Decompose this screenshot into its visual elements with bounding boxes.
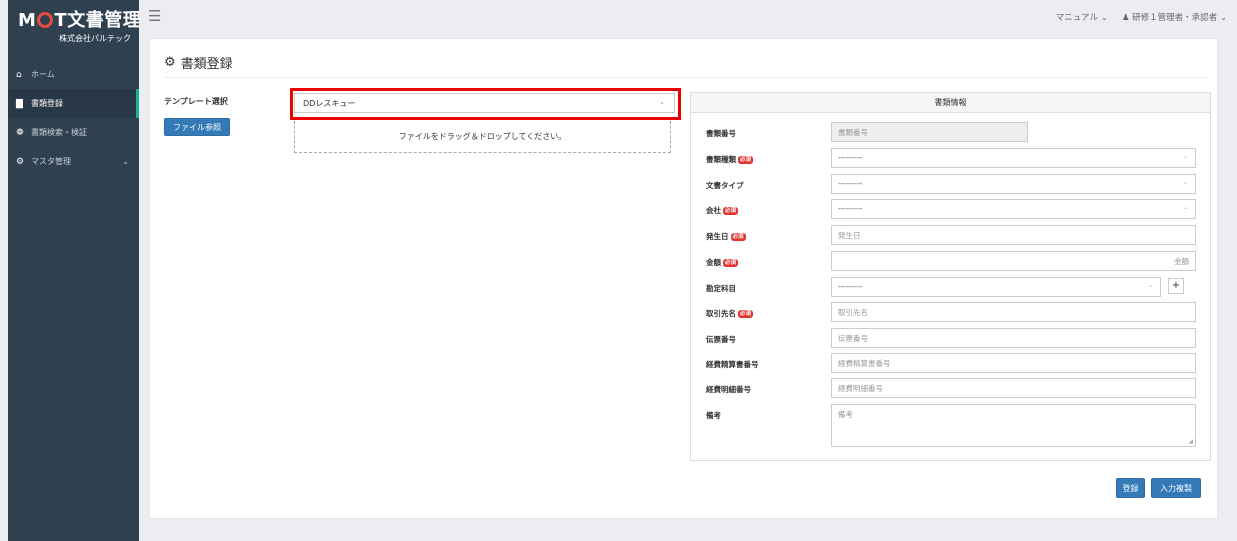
company-name: 株式会社パルテック xyxy=(59,34,131,43)
field-row-doc-kind: 書類種類 必須 --------- ⌄ xyxy=(691,148,1210,168)
partner-input[interactable]: 取引先名 xyxy=(831,302,1196,322)
users-icon: ❁ xyxy=(16,127,24,138)
doc-type-select[interactable]: --------- ⌄ xyxy=(831,174,1196,194)
document-info-panel: 書類情報 書類番号 書類番号 書類種類 必須 --------- ⌄ 文書タイプ -… xyxy=(690,92,1211,461)
field-label: 伝票番号 xyxy=(706,335,736,344)
brand: M T文書管理 株式会社パルテック xyxy=(8,0,142,56)
required-badge: 必須 xyxy=(723,258,739,267)
chevron-down-icon: ⌄ xyxy=(122,157,129,166)
account-select[interactable]: --------- ⌄ xyxy=(831,277,1161,297)
field-row-slip: 伝票番号 伝票番号 xyxy=(691,328,1210,348)
expense-input[interactable]: 経費精算書番号 xyxy=(831,353,1196,373)
resize-handle-icon[interactable]: ◢ xyxy=(1188,438,1193,445)
field-row-doc-no: 書類番号 書類番号 xyxy=(691,122,1210,142)
field-label: 備考 xyxy=(706,411,721,420)
main-panel: ⚙ 書類登録 テンプレート選択 DDレスキュー ⌄ ファイル参照 ファイルをドラ… xyxy=(149,38,1218,519)
sidebar-item-document-search[interactable]: ❁ 書類検索・検証 xyxy=(8,118,139,147)
note-textarea[interactable]: 備考 ◢ xyxy=(831,404,1196,447)
field-row-note: 備考 備考 ◢ xyxy=(691,404,1210,447)
template-label: テンプレート選択 xyxy=(164,97,228,106)
register-button[interactable]: 登録 xyxy=(1116,478,1145,498)
sidebar: M T文書管理 株式会社パルテック ⌂ ホーム ▇ 書類登録 ❁ 書類検索・検証 … xyxy=(8,0,142,541)
user-menu[interactable]: ♟ 研修１管理者・承認者 ⌄ xyxy=(1122,11,1227,23)
field-label: 書類種類 必須 xyxy=(706,155,754,164)
chevron-down-icon: ⌄ xyxy=(1182,204,1188,211)
field-label: 書類番号 xyxy=(706,129,736,138)
brand-logo-o xyxy=(37,12,54,28)
field-label: 文書タイプ xyxy=(706,181,744,190)
topbar-right: マニュアル ⌄ ♟ 研修１管理者・承認者 ⌄ xyxy=(1056,11,1227,23)
sidebar-item-label: ホーム xyxy=(31,70,55,79)
field-row-company: 会社 必須 --------- ⌄ xyxy=(691,199,1210,219)
field-label: 経費精算書番号 xyxy=(706,360,759,369)
file-browse-button[interactable]: ファイル参照 xyxy=(164,118,230,136)
home-icon: ⌂ xyxy=(16,69,22,80)
sidebar-item-label: マスタ管理 xyxy=(31,157,71,166)
field-row-account: 勘定科目 --------- ⌄ + xyxy=(691,277,1210,297)
field-row-expense-detail: 経費明細番号 経費明細番号 xyxy=(691,378,1210,398)
chevron-down-icon: ⌄ xyxy=(1182,179,1188,186)
required-badge: 必須 xyxy=(723,206,739,215)
chevron-down-icon: ⌄ xyxy=(659,98,665,106)
sidebar-item-document-register[interactable]: ▇ 書類登録 xyxy=(8,89,139,118)
document-info-heading: 書類情報 xyxy=(691,93,1210,113)
manual-menu[interactable]: マニュアル ⌄ xyxy=(1056,11,1108,23)
doc-kind-select[interactable]: --------- ⌄ xyxy=(831,148,1196,168)
field-label: 取引先名 必須 xyxy=(706,309,754,318)
date-input[interactable]: 発生日 xyxy=(831,225,1196,245)
field-label: 発生日 必須 xyxy=(706,232,746,241)
sidebar-item-label: 書類検索・検証 xyxy=(31,128,87,137)
file-dropzone[interactable]: ファイルをドラッグ＆ドロップしてください。 xyxy=(294,121,671,153)
field-row-partner: 取引先名 必須 取引先名 xyxy=(691,302,1210,322)
amount-input[interactable]: 金額 xyxy=(831,251,1196,271)
topbar: ☰ マニュアル ⌄ ♟ 研修１管理者・承認者 ⌄ xyxy=(139,0,1237,36)
sidebar-item-home[interactable]: ⌂ ホーム xyxy=(8,60,139,89)
slip-input[interactable]: 伝票番号 xyxy=(831,328,1196,348)
template-select[interactable]: DDレスキュー ⌄ xyxy=(294,93,675,113)
copy-input-button[interactable]: 入力複製 xyxy=(1151,478,1201,498)
doc-no-input[interactable]: 書類番号 xyxy=(831,122,1028,142)
chevron-down-icon: ⌄ xyxy=(1147,282,1153,289)
required-badge: 必須 xyxy=(730,232,746,241)
page-title: ⚙ 書類登録 xyxy=(164,55,233,72)
field-label: 金額 必須 xyxy=(706,258,739,267)
field-row-doc-type: 文書タイプ --------- ⌄ xyxy=(691,174,1210,194)
expense-detail-input[interactable]: 経費明細番号 xyxy=(831,378,1196,398)
field-row-amount: 金額 必須 金額 xyxy=(691,251,1210,271)
required-badge: 必須 xyxy=(738,309,754,318)
file-icon: ▇ xyxy=(16,98,23,109)
brand-logo: M T文書管理 xyxy=(18,10,142,31)
divider xyxy=(164,77,1209,78)
field-label: 勘定科目 xyxy=(706,284,736,293)
gears-icon: ⚙ xyxy=(164,55,176,70)
field-label: 経費明細番号 xyxy=(706,385,751,394)
chevron-down-icon: ⌄ xyxy=(1182,153,1188,160)
required-badge: 必須 xyxy=(738,155,754,164)
field-label: 会社 必須 xyxy=(706,206,739,215)
field-row-date: 発生日 必須 発生日 xyxy=(691,225,1210,245)
add-account-button[interactable]: + xyxy=(1168,278,1184,294)
menu-toggle-icon[interactable]: ☰ xyxy=(148,7,161,25)
field-row-expense: 経費精算書番号 経費精算書番号 xyxy=(691,353,1210,373)
sidebar-item-label: 書類登録 xyxy=(31,99,63,108)
company-select[interactable]: --------- ⌄ xyxy=(831,199,1196,219)
sidebar-item-master[interactable]: ⚙ マスタ管理 ⌄ xyxy=(8,147,139,176)
gears-icon: ⚙ xyxy=(16,156,25,167)
